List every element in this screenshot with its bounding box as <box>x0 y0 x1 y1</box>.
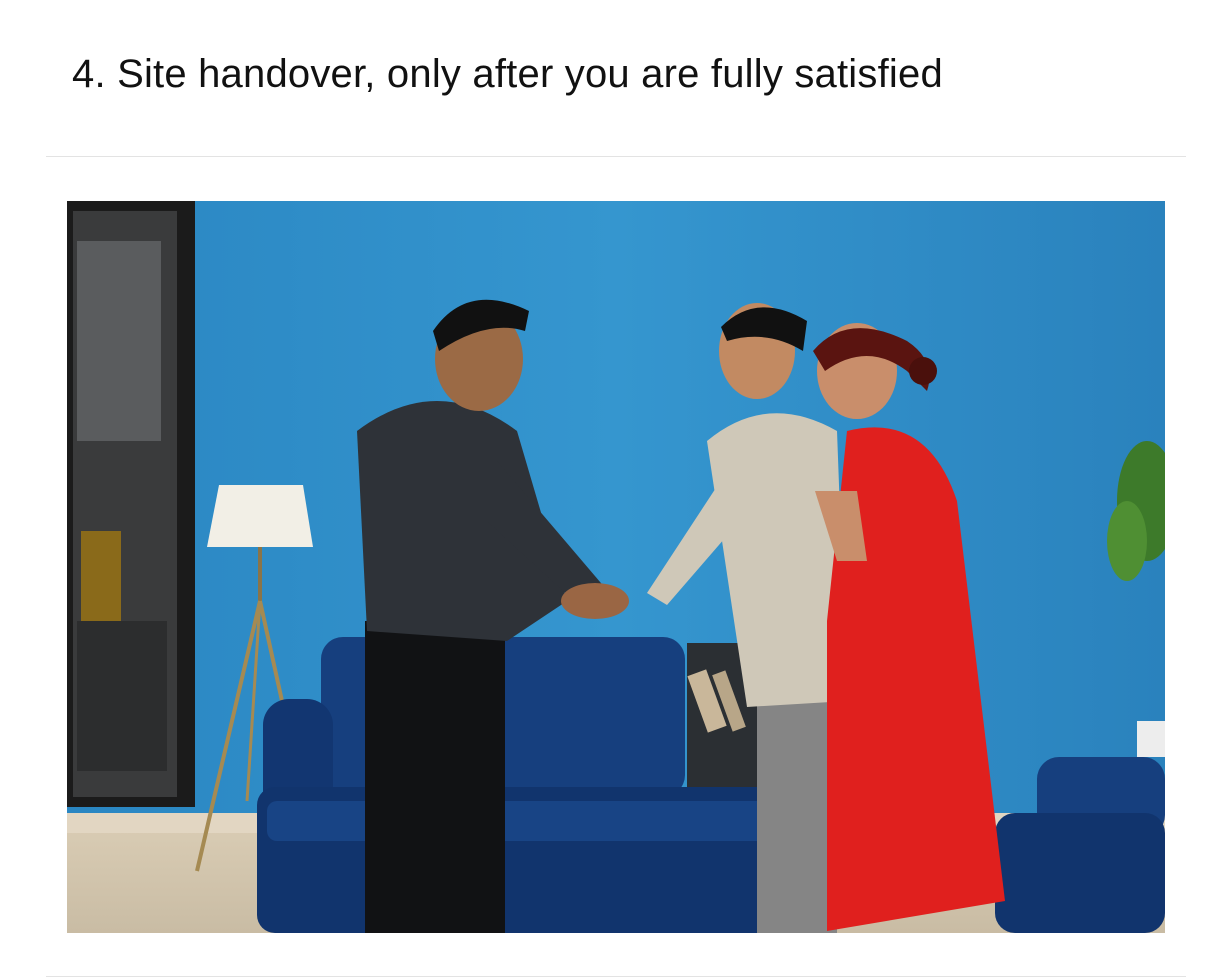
mirror-frame <box>67 201 195 807</box>
handshake <box>561 583 629 619</box>
section-title: 4. Site handover, only after you are ful… <box>72 52 943 96</box>
handover-photo <box>67 201 1165 933</box>
top-divider <box>46 156 1186 157</box>
bottom-divider <box>46 976 1186 977</box>
